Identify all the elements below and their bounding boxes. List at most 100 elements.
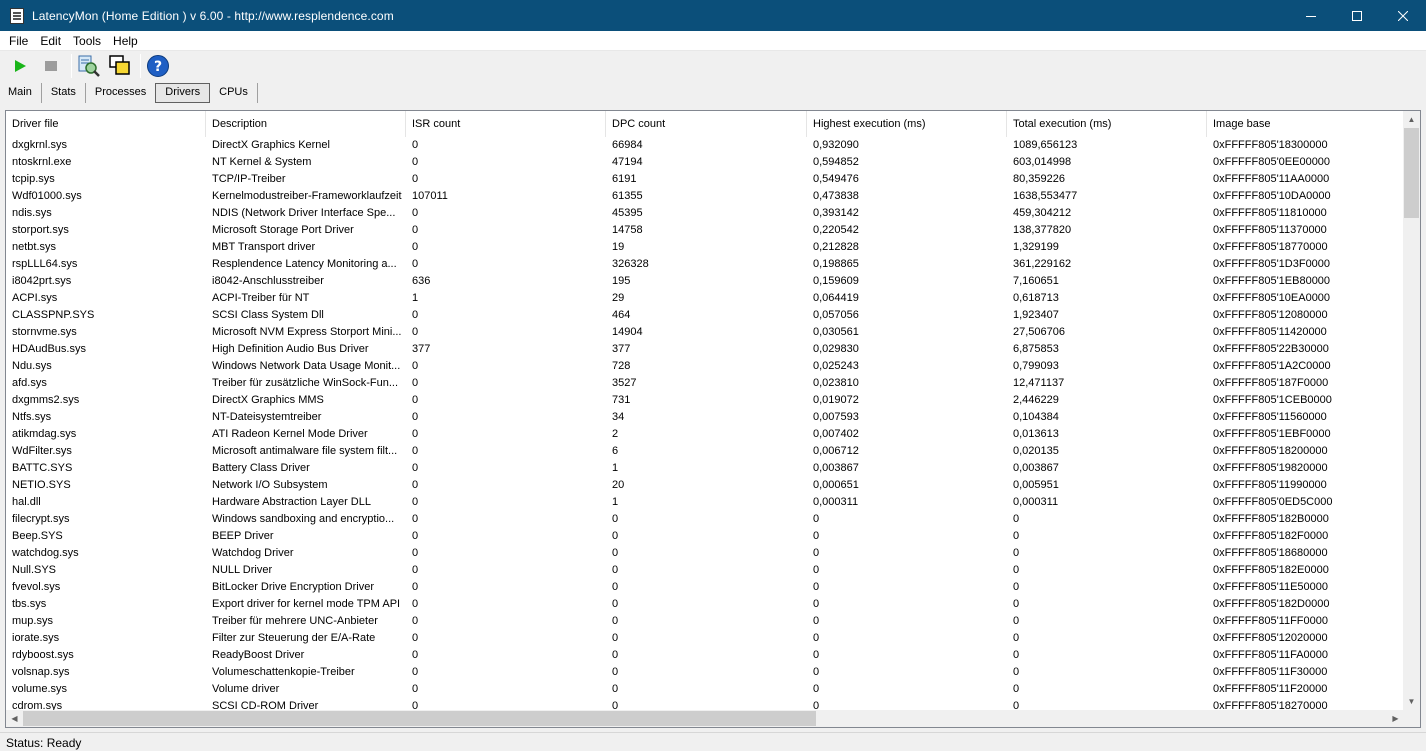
table-row[interactable]: Null.SYS NULL Driver 0 0 0 0 0xFFFFF805'182E00… — [6, 562, 1404, 579]
scroll-down-icon[interactable]: ▼ — [1403, 693, 1420, 710]
table-row[interactable]: atikmdag.sys ATI Radeon Kernel Mode Drive… — [6, 426, 1404, 443]
horizontal-scroll-thumb[interactable] — [23, 711, 816, 726]
table-row[interactable]: fvevol.sys BitLocker Drive Encryption Dri… — [6, 579, 1404, 596]
column-header-isr-count[interactable]: ISR count — [406, 111, 606, 137]
cell-dpc-count: 1 — [612, 462, 619, 474]
cell-image-base: 0xFFFFF805'1D3F0000 — [1213, 258, 1331, 270]
table-row[interactable]: netbt.sys MBT Transport driver 0 19 0,212828… — [6, 239, 1404, 256]
table-row[interactable]: Wdf01000.sys Kernelmodustreiber-Framework… — [6, 188, 1404, 205]
cell-driver-file: ndis.sys — [12, 207, 52, 219]
drivers-list[interactable]: Driver file Description ISR count DPC co… — [5, 110, 1421, 728]
cell-description: Export driver for kernel mode TPM API — [212, 598, 401, 610]
cell-image-base: 0xFFFFF805'10DA0000 — [1213, 190, 1331, 202]
menu-help[interactable]: Help — [111, 34, 140, 48]
cell-isr-count: 0 — [412, 207, 419, 219]
menu-file[interactable]: File — [7, 34, 30, 48]
table-row[interactable]: storport.sys Microsoft Storage Port Drive… — [6, 222, 1404, 239]
cell-highest-execution: 0 — [813, 649, 820, 661]
cell-isr-count: 0 — [412, 496, 419, 508]
tab-strip: Main Stats Processes Drivers CPUs — [0, 81, 1426, 103]
column-header-total-execution[interactable]: Total execution (ms) — [1007, 111, 1207, 137]
table-row[interactable]: Ndu.sys Windows Network Data Usage Monit.… — [6, 358, 1404, 375]
scroll-right-icon[interactable]: ▶ — [1387, 710, 1404, 727]
table-row[interactable]: tcpip.sys TCP/IP-Treiber 0 6191 0,549476 80,3… — [6, 171, 1404, 188]
tab-stats[interactable]: Stats — [42, 83, 86, 103]
horizontal-scrollbar[interactable]: ◀ ▶ — [6, 710, 1404, 727]
cell-total-execution: 12,471137 — [1013, 377, 1065, 389]
cell-dpc-count: 0 — [612, 547, 619, 559]
help-button[interactable]: ? — [144, 52, 172, 80]
cell-isr-count: 0 — [412, 411, 419, 423]
cell-total-execution: 603,014998 — [1013, 156, 1072, 168]
cell-image-base: 0xFFFFF805'182E0000 — [1213, 564, 1329, 576]
maximize-button[interactable] — [1334, 0, 1380, 31]
cell-highest-execution: 0,473838 — [813, 190, 859, 202]
table-row[interactable]: HDAudBus.sys High Definition Audio Bus Dr… — [6, 341, 1404, 358]
report-button[interactable] — [75, 52, 103, 80]
menu-tools[interactable]: Tools — [71, 34, 103, 48]
table-row[interactable]: ndis.sys NDIS (Network Driver Interface S… — [6, 205, 1404, 222]
vertical-scroll-thumb[interactable] — [1404, 128, 1419, 218]
cell-highest-execution: 0,212828 — [813, 241, 859, 253]
table-row[interactable]: Beep.SYS BEEP Driver 0 0 0 0 0xFFFFF805'182F00… — [6, 528, 1404, 545]
table-row[interactable]: ntoskrnl.exe NT Kernel & System 0 47194 0,59… — [6, 154, 1404, 171]
table-row[interactable]: rspLLL64.sys Resplendence Latency Monitor… — [6, 256, 1404, 273]
cell-isr-count: 0 — [412, 428, 419, 440]
cell-image-base: 0xFFFFF805'11FA0000 — [1213, 649, 1329, 661]
column-header-highest-execution[interactable]: Highest execution (ms) — [807, 111, 1007, 137]
vertical-scrollbar[interactable]: ▲ ▼ — [1403, 111, 1420, 710]
column-header-driver-file[interactable]: Driver file — [6, 111, 206, 137]
table-row[interactable]: ACPI.sys ACPI-Treiber für NT 1 29 0,064419 0,… — [6, 290, 1404, 307]
table-row[interactable]: tbs.sys Export driver for kernel mode TPM… — [6, 596, 1404, 613]
cell-highest-execution: 0,025243 — [813, 360, 859, 372]
table-row[interactable]: stornvme.sys Microsoft NVM Express Storpo… — [6, 324, 1404, 341]
cell-highest-execution: 0,057056 — [813, 309, 859, 321]
table-row[interactable]: mup.sys Treiber für mehrere UNC-Anbieter 0… — [6, 613, 1404, 630]
cell-description: DirectX Graphics MMS — [212, 394, 324, 406]
svg-text:?: ? — [154, 59, 162, 75]
stop-button[interactable] — [37, 52, 65, 80]
start-button[interactable] — [6, 52, 34, 80]
column-header-image-base[interactable]: Image base — [1207, 111, 1404, 137]
minimize-button[interactable] — [1288, 0, 1334, 31]
table-row[interactable]: filecrypt.sys Windows sandboxing and encr… — [6, 511, 1404, 528]
table-row[interactable]: CLASSPNP.SYS SCSI Class System Dll 0 464 0,0… — [6, 307, 1404, 324]
table-row[interactable]: Ntfs.sys NT-Dateisystemtreiber 0 34 0,007593… — [6, 409, 1404, 426]
table-row[interactable]: hal.dll Hardware Abstraction Layer DLL 0 1 0… — [6, 494, 1404, 511]
maximize-icon — [1352, 10, 1362, 21]
windows-button[interactable] — [106, 52, 134, 80]
table-row[interactable]: watchdog.sys Watchdog Driver 0 0 0 0 0xFFFFF80… — [6, 545, 1404, 562]
table-row[interactable]: WdFilter.sys Microsoft antimalware file s… — [6, 443, 1404, 460]
reporting-icon — [78, 55, 100, 77]
column-header-description[interactable]: Description — [206, 111, 406, 137]
table-row[interactable]: afd.sys Treiber für zusätzliche WinSock-F… — [6, 375, 1404, 392]
cell-highest-execution: 0,393142 — [813, 207, 859, 219]
tab-drivers[interactable]: Drivers — [155, 83, 211, 103]
toolbar-separator — [140, 54, 141, 78]
table-row[interactable]: BATTC.SYS Battery Class Driver 0 1 0,003867 0… — [6, 460, 1404, 477]
scroll-left-icon[interactable]: ◀ — [6, 710, 23, 727]
table-row[interactable]: volume.sys Volume driver 0 0 0 0 0xFFFFF805'11… — [6, 681, 1404, 698]
cell-description: i8042-Anschlusstreiber — [212, 275, 324, 287]
menu-edit[interactable]: Edit — [38, 34, 63, 48]
cell-image-base: 0xFFFFF805'18200000 — [1213, 445, 1328, 457]
table-row[interactable]: dxgkrnl.sys DirectX Graphics Kernel 0 66984… — [6, 137, 1404, 154]
table-row[interactable]: iorate.sys Filter zur Steuerung der E/A-R… — [6, 630, 1404, 647]
close-button[interactable] — [1380, 0, 1426, 31]
table-row[interactable]: NETIO.SYS Network I/O Subsystem 0 20 0,00065… — [6, 477, 1404, 494]
cell-isr-count: 107011 — [412, 190, 448, 202]
tab-processes[interactable]: Processes — [86, 83, 157, 103]
tab-cpus[interactable]: CPUs — [210, 83, 258, 103]
table-row[interactable]: dxgmms2.sys DirectX Graphics MMS 0 731 0,019… — [6, 392, 1404, 409]
tab-main[interactable]: Main — [0, 83, 42, 103]
cell-isr-count: 0 — [412, 377, 419, 389]
column-header-dpc-count[interactable]: DPC count — [606, 111, 807, 137]
cell-isr-count: 636 — [412, 275, 431, 287]
scroll-up-icon[interactable]: ▲ — [1403, 111, 1420, 128]
cell-dpc-count: 728 — [612, 360, 631, 372]
table-row[interactable]: volsnap.sys Volumeschattenkopie-Treiber 0 0… — [6, 664, 1404, 681]
cell-isr-count: 0 — [412, 224, 419, 236]
table-row[interactable]: i8042prt.sys i8042-Anschlusstreiber 636 195… — [6, 273, 1404, 290]
cell-total-execution: 27,506706 — [1013, 326, 1065, 338]
table-row[interactable]: rdyboost.sys ReadyBoost Driver 0 0 0 0 0xFFFFF… — [6, 647, 1404, 664]
